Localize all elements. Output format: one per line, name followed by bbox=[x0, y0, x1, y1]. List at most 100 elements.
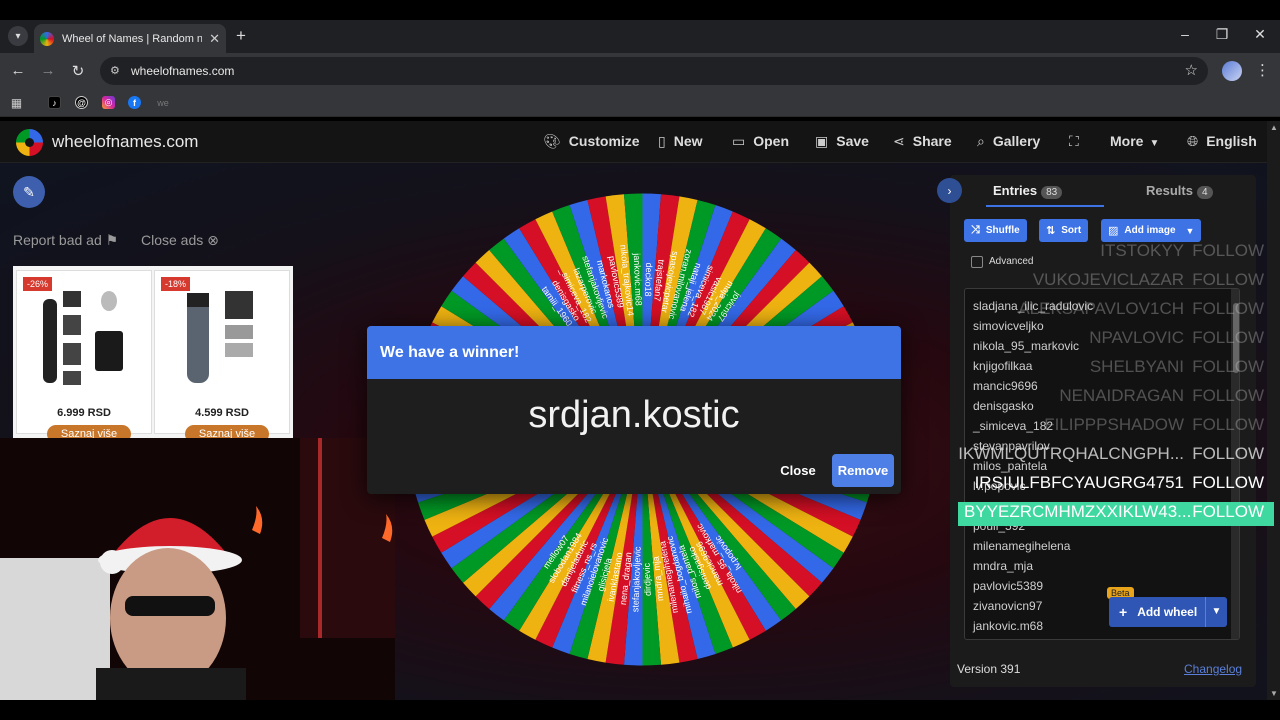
ad-price: 6.999 RSD bbox=[57, 407, 111, 419]
screen-bottom-bar bbox=[0, 700, 1280, 720]
close-button[interactable]: Close bbox=[773, 456, 823, 486]
follow-alert-row: VUKOJEVICLAZAR FOLLOW bbox=[958, 270, 1274, 294]
share-button[interactable]: ⋖ Share bbox=[893, 133, 952, 150]
page-scrollbar[interactable]: ▲ ▼ bbox=[1267, 121, 1280, 700]
sort-button[interactable]: ⇅ Sort bbox=[1039, 219, 1089, 242]
chevron-down-icon[interactable]: ▼ bbox=[1205, 597, 1227, 627]
open-label: Open bbox=[753, 133, 790, 149]
webcam-scene bbox=[0, 438, 395, 700]
follow-label: FOLLOW bbox=[1192, 270, 1264, 289]
close-ads-label: Close ads bbox=[141, 232, 204, 248]
results-tab-label: Results bbox=[1146, 183, 1193, 198]
wheel-label: dirdjevic bbox=[642, 562, 653, 596]
report-bad-ad-label: Report bad ad bbox=[13, 232, 102, 248]
save-button[interactable]: ▣ Save bbox=[815, 133, 869, 150]
scroll-up-icon[interactable]: ▲ bbox=[1270, 123, 1278, 132]
winner-dialog-title: We have a winner! bbox=[367, 326, 901, 379]
shuffle-icon: ⤨ bbox=[971, 224, 980, 236]
save-label: Save bbox=[836, 133, 869, 149]
bookmark-star-icon[interactable]: ☆ bbox=[1185, 61, 1198, 79]
url-text: wheelofnames.com bbox=[131, 64, 235, 78]
customize-label: Customize bbox=[568, 133, 640, 149]
window-close-icon[interactable]: ✕ bbox=[1250, 26, 1270, 43]
clipper-product-image bbox=[187, 291, 253, 383]
tab-title: Wheel of Names | Random nan bbox=[62, 32, 202, 45]
save-icon: ▣ bbox=[815, 133, 829, 149]
facebook-icon[interactable]: f bbox=[128, 96, 141, 109]
report-bad-ad-link[interactable]: Report bad ad ⚑ bbox=[13, 232, 118, 249]
follow-label: FOLLOW bbox=[1192, 502, 1264, 521]
follower-name: BYYEZRCMHMZXXIKLW43... bbox=[964, 502, 1192, 521]
reload-icon[interactable]: ↻ bbox=[69, 62, 87, 80]
add-image-label: Add image bbox=[1124, 225, 1176, 236]
folder-icon: ▭ bbox=[732, 133, 746, 149]
browser-tab-active[interactable]: Wheel of Names | Random nan ✕ bbox=[34, 24, 226, 53]
tab-results[interactable]: Results 4 bbox=[1146, 183, 1213, 199]
brand-name[interactable]: wheelofnames.com bbox=[52, 132, 198, 152]
shuffle-label: Shuffle bbox=[985, 225, 1020, 236]
ad-card-2[interactable]: -18% 4.599 RSD Saznaj više bbox=[154, 270, 290, 443]
follow-alert-row: IKWMLQUTRQHALCNGPH... FOLLOW bbox=[958, 444, 1274, 468]
active-tab-indicator bbox=[986, 205, 1104, 207]
collapse-panel-button[interactable]: › bbox=[937, 178, 962, 203]
list-item: jankovic.m68 bbox=[973, 619, 1044, 633]
fullscreen-button[interactable]: ⛶ bbox=[1069, 133, 1087, 150]
wheel-label: decko18 bbox=[643, 262, 654, 296]
list-item: milenamegihelena bbox=[973, 539, 1071, 553]
follow-label: FOLLOW bbox=[1192, 386, 1264, 405]
ad-card-1[interactable]: -26% 6.999 RSD Saznaj više bbox=[16, 270, 152, 443]
shuffle-button[interactable]: ⤨ Shuffle bbox=[964, 219, 1027, 242]
chevron-down-icon: ▼ bbox=[1185, 225, 1195, 236]
share-icon: ⋖ bbox=[893, 133, 905, 149]
tab-entries[interactable]: Entries 83 bbox=[993, 183, 1063, 199]
follower-name: NENAIDRAGAN bbox=[1059, 386, 1184, 405]
scroll-down-icon[interactable]: ▼ bbox=[1270, 689, 1278, 698]
image-icon: ▨ bbox=[1108, 225, 1119, 237]
profile-avatar[interactable] bbox=[1222, 61, 1242, 81]
tab-close-icon[interactable]: ✕ bbox=[209, 31, 220, 47]
streamer-webcam bbox=[0, 438, 395, 700]
share-label: Share bbox=[912, 133, 952, 149]
browser-menu-icon[interactable]: ⋮ bbox=[1255, 61, 1270, 79]
gallery-button[interactable]: ⌕ Gallery bbox=[977, 133, 1040, 150]
close-ads-link[interactable]: Close ads ⊗ bbox=[141, 232, 219, 249]
file-icon: ▯ bbox=[658, 133, 666, 149]
chevron-down-icon: ▼ bbox=[1149, 138, 1160, 149]
minimize-icon[interactable]: – bbox=[1175, 26, 1195, 42]
follow-alert-row: BYYEZRCMHMZXXIKLW43... FOLLOW bbox=[958, 502, 1274, 526]
open-button[interactable]: ▭ Open bbox=[732, 133, 789, 150]
edit-pencil-button[interactable]: ✎ bbox=[13, 176, 45, 208]
new-tab-icon[interactable]: + bbox=[236, 26, 246, 46]
apps-grid-icon[interactable]: ▦ bbox=[10, 96, 23, 110]
ad-price: 4.599 RSD bbox=[195, 407, 249, 419]
wheel-favicon-icon bbox=[40, 31, 54, 46]
remove-button[interactable]: Remove bbox=[832, 454, 894, 487]
address-bar[interactable]: ⚙ wheelofnames.com ☆ bbox=[100, 57, 1208, 85]
follow-label: FOLLOW bbox=[1192, 473, 1264, 492]
new-button[interactable]: ▯ New bbox=[658, 133, 703, 150]
site-info-icon[interactable]: ⚙ bbox=[110, 64, 120, 77]
globe-icon: 🌐︎ bbox=[1187, 133, 1199, 149]
tiktok-icon[interactable]: ♪ bbox=[48, 96, 61, 109]
customize-button[interactable]: 🎨︎ Customize bbox=[543, 133, 640, 150]
tab-search-icon[interactable]: ▾ bbox=[8, 26, 28, 46]
fullscreen-icon: ⛶ bbox=[1069, 133, 1079, 149]
restore-icon[interactable]: ❐ bbox=[1212, 26, 1232, 43]
changelog-link[interactable]: Changelog bbox=[1184, 662, 1242, 676]
follow-label: FOLLOW bbox=[1192, 415, 1264, 434]
more-menu[interactable]: More ▼ bbox=[1110, 133, 1159, 149]
language-menu[interactable]: 🌐︎ English bbox=[1187, 133, 1257, 150]
winner-name: srdjan.kostic bbox=[528, 394, 740, 436]
forward-icon[interactable]: → bbox=[39, 62, 57, 79]
browser-tab-strip: ▾ Wheel of Names | Random nan ✕ + – ❐ ✕ bbox=[0, 20, 1280, 53]
add-image-button[interactable]: ▨ Add image ▼ bbox=[1101, 219, 1202, 242]
app-header: wheelofnames.com 🎨︎ Customize ▯ New ▭ Open … bbox=[0, 121, 1267, 163]
add-wheel-button[interactable]: + Add wheel ▼ bbox=[1109, 597, 1227, 627]
back-icon[interactable]: ← bbox=[9, 62, 27, 79]
wheel-logo-icon[interactable] bbox=[16, 129, 43, 156]
threads-icon[interactable]: @ bbox=[75, 96, 88, 109]
follower-name: NPAVLOVIC bbox=[1089, 328, 1184, 347]
instagram-icon[interactable]: ◎ bbox=[102, 96, 115, 109]
follow-alert-row: NPAVLOVIC FOLLOW bbox=[958, 328, 1274, 352]
bookmark-we[interactable]: we bbox=[155, 96, 171, 109]
